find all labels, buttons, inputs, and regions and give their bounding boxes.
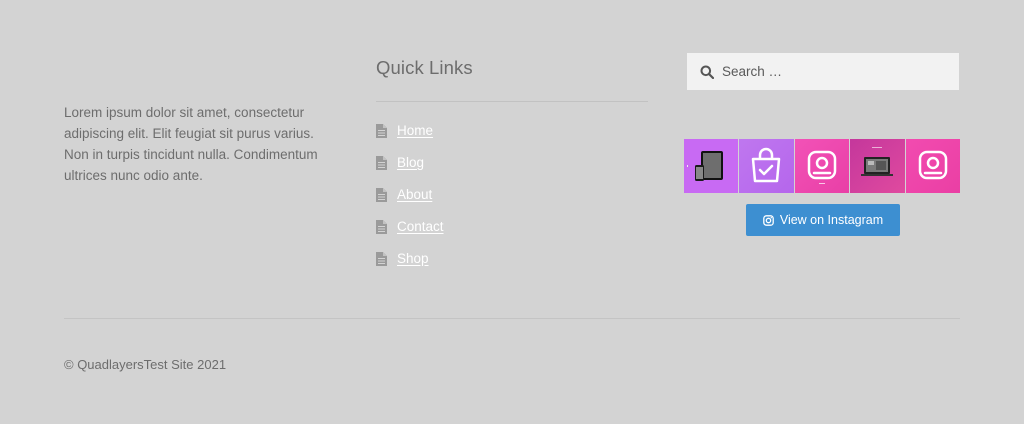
quick-link-contact-link[interactable]: Contact	[397, 218, 444, 236]
quick-link-about-link[interactable]: About	[397, 186, 432, 204]
quick-links-title: Quick Links	[376, 57, 473, 78]
quick-link-home-link[interactable]: Home	[397, 122, 433, 140]
document-icon	[376, 124, 387, 138]
footer-about-widget: Lorem ipsum dolor sit amet, consectetur …	[64, 102, 332, 186]
instagram-logo-image	[807, 150, 837, 184]
devices-image	[687, 151, 723, 181]
shopping-bag-image	[752, 147, 781, 183]
document-icon	[376, 156, 387, 170]
quick-links-divider	[376, 101, 648, 102]
quick-link-shop-link[interactable]: Shop	[397, 250, 429, 268]
view-on-instagram-button[interactable]: View on Instagram	[746, 204, 900, 236]
quick-link-blog-link[interactable]: Blog	[397, 154, 424, 172]
view-on-instagram-label: View on Instagram	[779, 213, 884, 227]
laptop-mockup-image	[861, 147, 894, 176]
instagram-post-laptop[interactable]	[850, 139, 905, 193]
instagram-post-devices[interactable]	[684, 139, 739, 193]
search-box	[687, 53, 959, 90]
footer-divider	[64, 318, 960, 319]
document-icon	[376, 220, 387, 234]
quick-links-widget: Quick Links Home Blog About Contact Shop	[376, 56, 648, 266]
about-text: Lorem ipsum dolor sit amet, consectetur …	[64, 105, 318, 183]
search-icon[interactable]	[700, 65, 714, 79]
instagram-post-logo[interactable]	[794, 139, 850, 193]
instagram-post-shopping-bag[interactable]	[739, 139, 794, 193]
instagram-post-logo-2[interactable]	[905, 139, 960, 193]
instagram-icon	[762, 214, 774, 226]
document-icon	[376, 188, 387, 202]
document-icon	[376, 252, 387, 266]
search-input[interactable]	[722, 53, 942, 90]
instagram-feed-grid	[684, 139, 960, 193]
instagram-logo-image	[918, 150, 947, 180]
copyright-text: © QuadlayersTest Site 2021	[64, 357, 227, 372]
